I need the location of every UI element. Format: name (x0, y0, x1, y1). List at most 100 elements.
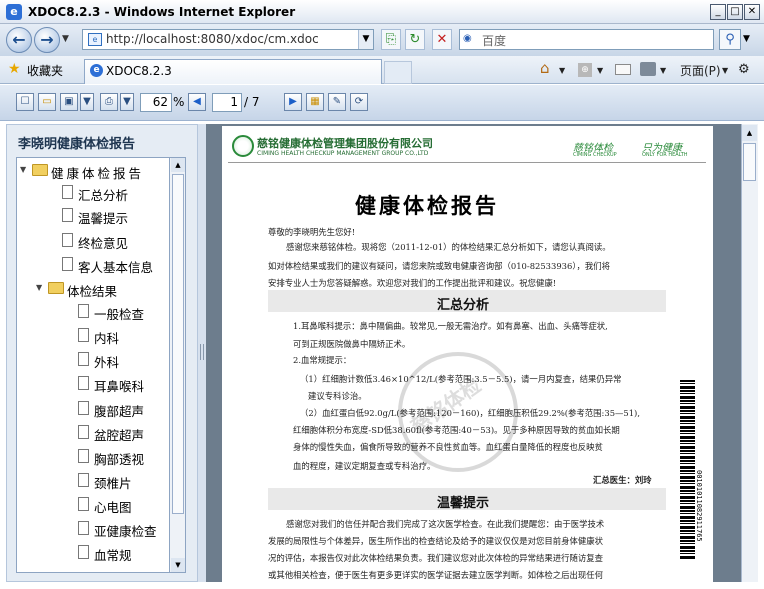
next-page-button[interactable]: ▶ (284, 93, 302, 111)
slogan-health-en: ONLY FOR HEALTH (642, 152, 688, 158)
text-line: 或其他相关检查，便于医生有更多更详实的医学证据去建立医学判断。如体检之后出现任何 (268, 570, 603, 580)
barcode-number: 00101011082911765 (695, 470, 703, 542)
tab-ie-icon: e (90, 64, 103, 77)
tree-scroll-down-button[interactable]: ▼ (171, 558, 185, 572)
window-title: XDOC8.2.3 - Windows Internet Explorer (28, 5, 296, 19)
tree-item-label: 盆腔超声 (94, 428, 145, 443)
report-title: 健康体检报告 (355, 194, 499, 218)
text-line: （1）红细胞计数低3.46×10^12/L(参考范围:3.5－5.5)，请一月内… (300, 374, 622, 384)
tree-item-label: 外科 (94, 355, 120, 370)
tree-item-label: 血常规 (94, 548, 132, 563)
document-icon (62, 233, 73, 247)
previous-page-button[interactable]: ◀ (188, 93, 206, 111)
greeting: 尊敬的李晓明先生您好! (268, 227, 356, 237)
tab-label[interactable]: XDOC8.2.3 (106, 64, 172, 78)
document-icon (78, 352, 89, 366)
document-icon (78, 425, 89, 439)
text-line: 况的评估，本报告仅对此次体检结果负责。我们建议您对此次体检的异常结果进行随访复查 (268, 553, 603, 563)
text-line: 感谢您对我们的信任并配合我们完成了这次医学检查。在此我们提醒您：由于医学技术 (286, 519, 605, 529)
document-scroll-thumb[interactable] (743, 143, 756, 181)
zoom-unit-label: % (173, 95, 185, 109)
mail-icon[interactable] (615, 64, 631, 75)
close-button[interactable]: ✕ (744, 4, 760, 20)
address-dropdown-icon[interactable]: ▼ (358, 30, 373, 49)
text-line: 建议专科诊治。 (308, 391, 367, 401)
favorites-star-icon[interactable]: ★ (8, 61, 21, 77)
document-icon (78, 376, 89, 390)
barcode (680, 380, 695, 560)
maximize-button[interactable]: □ (727, 4, 743, 20)
print-button[interactable]: ⎙ (100, 93, 118, 111)
text-line: 可到正规医院做鼻中隔矫正术。 (293, 339, 411, 349)
expand-toggle-icon[interactable]: ▼ (36, 283, 42, 292)
document-icon (78, 521, 89, 535)
tree-item-label: 汇总分析 (78, 188, 129, 203)
text-line: 1.耳鼻喉科提示：鼻中隔偏曲。较常见,一般无需治疗。如有鼻塞、出血、头痛等症状, (293, 321, 608, 331)
tree-item-label: 健康体检报告 (51, 166, 145, 181)
tree-item-label: 耳鼻喉科 (94, 379, 145, 394)
page-total-label: / 7 (244, 95, 260, 109)
print-options-dropdown-icon[interactable]: ▼ (120, 93, 134, 111)
search-dropdown-icon[interactable]: ▼ (743, 34, 750, 44)
document-scroll-up-button[interactable]: ▲ (742, 125, 757, 141)
document-icon (78, 473, 89, 487)
document-icon (62, 208, 73, 222)
tree-scroll-up-button[interactable]: ▲ (171, 158, 185, 172)
document-icon (62, 257, 73, 271)
section-title-summary: 汇总分析 (437, 298, 490, 313)
text-line: 红细胞体积分布宽度-SD低38.60fl(参考范围:40－53)。见于多种原因导… (293, 425, 620, 435)
slogan-ciming-en: CIMING CHECKUP (573, 152, 617, 158)
compatibility-view-button[interactable]: ⎘ (381, 29, 401, 50)
favorites-button[interactable]: 收藏夹 (27, 62, 63, 79)
search-button[interactable]: ⚲ (719, 29, 741, 50)
text-line: 2.血常规提示： (293, 355, 352, 365)
company-english-name: CIMING HEALTH CHECKUP MANAGEMENT GROUP C… (257, 150, 429, 157)
document-icon (78, 449, 89, 463)
zoom-input[interactable]: 62 (140, 93, 172, 112)
section-title-tips: 温馨提示 (437, 496, 490, 511)
search-input[interactable]: 百度 (482, 32, 506, 49)
minimize-button[interactable]: _ (710, 4, 726, 20)
tree-item-label: 体检结果 (67, 284, 118, 299)
page-menu-dropdown-icon[interactable]: ▼ (722, 66, 728, 75)
feeds-icon[interactable]: ⊕ (578, 63, 592, 77)
history-dropdown-icon[interactable]: ▼ (62, 34, 74, 46)
refresh-document-button[interactable]: ⟳ (350, 93, 368, 111)
document-scrollbar[interactable] (741, 124, 758, 582)
folder-icon (32, 164, 48, 176)
tree-item-label: 温馨提示 (78, 211, 129, 226)
folder-icon (48, 282, 64, 294)
tree-scroll-thumb[interactable] (172, 174, 184, 514)
address-input[interactable]: http://localhost:8080/xdoc/cm.xdoc (106, 32, 319, 46)
stop-button[interactable]: ✕ (432, 29, 452, 50)
print-dropdown-icon[interactable]: ▼ (660, 66, 666, 75)
tree-item-label: 终检意见 (78, 236, 129, 251)
properties-button[interactable]: ✎ (328, 93, 346, 111)
refresh-button[interactable]: ↻ (405, 29, 425, 50)
feeds-dropdown-icon[interactable]: ▼ (597, 66, 603, 75)
document-icon (78, 401, 89, 415)
tools-icon[interactable]: ⚙ (738, 62, 750, 77)
page-menu-button[interactable]: 页面(P) (680, 62, 721, 79)
home-icon[interactable]: ⌂ (540, 59, 550, 77)
tree-item-label: 腹部超声 (94, 404, 145, 419)
home-dropdown-icon[interactable]: ▼ (559, 66, 565, 75)
tree-item-label: 内科 (94, 331, 120, 346)
thumbnail-grid-button[interactable]: ▦ (306, 93, 324, 111)
expand-toggle-icon[interactable]: ▼ (20, 165, 26, 174)
save-dropdown-icon[interactable]: ▼ (80, 93, 94, 111)
save-button[interactable]: ▣ (60, 93, 78, 111)
text-line: 安排专业人士为您答疑解惑。欢迎您对我们的工作提出批评和建议。祝您健康! (268, 278, 557, 288)
splitter-grip[interactable] (200, 344, 204, 360)
text-line: 身体的慢性失血，偏食所导致的营养不良性贫血等。血红蛋白量降低的程度也反映贫 (293, 442, 603, 452)
page-number-input[interactable]: 1 (212, 93, 242, 112)
page-icon: e (88, 33, 102, 46)
forward-button[interactable]: → (34, 27, 60, 53)
back-button[interactable]: ← (6, 27, 32, 53)
new-document-button[interactable]: ☐ (16, 93, 34, 111)
header-divider (228, 162, 706, 163)
new-tab-button[interactable] (384, 61, 412, 84)
document-icon (78, 545, 89, 559)
print-icon[interactable] (640, 62, 656, 76)
open-folder-button[interactable]: ▭ (38, 93, 56, 111)
